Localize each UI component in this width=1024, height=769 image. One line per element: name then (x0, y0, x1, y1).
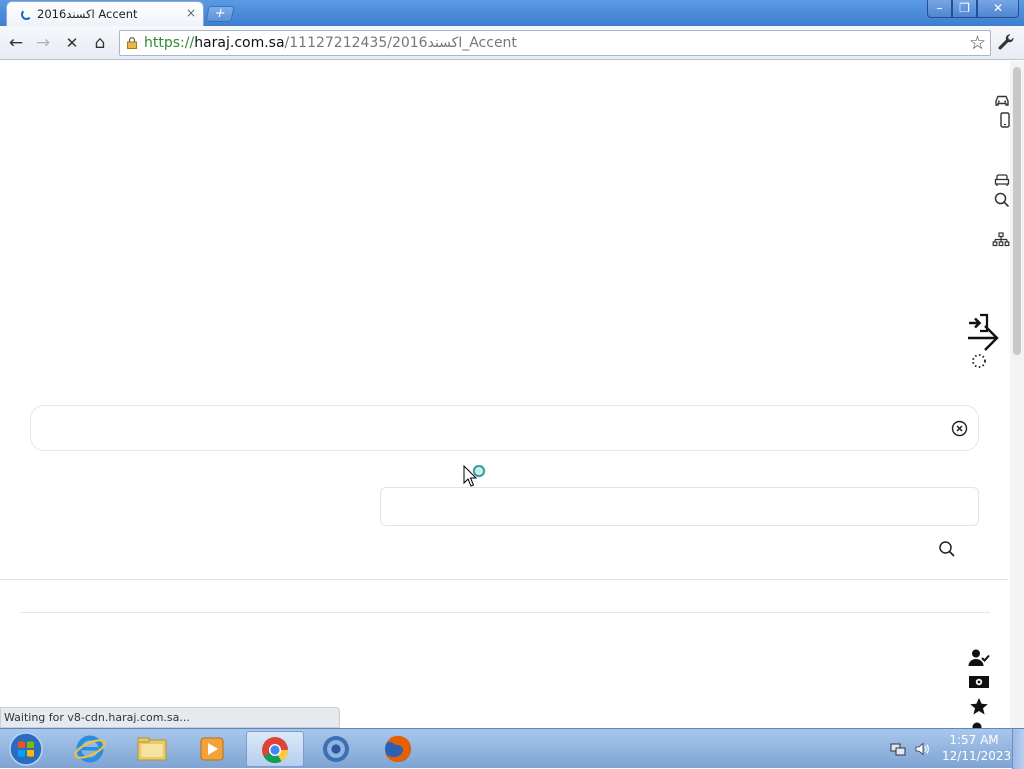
wrench-icon[interactable] (996, 32, 1016, 52)
browser-toolbar: ← → ✕ ⌂ https://haraj.com.sa/11127212435… (0, 26, 1024, 60)
tab-close-icon[interactable]: × (186, 6, 196, 20)
maximize-button[interactable]: ❐ (952, 0, 977, 18)
home-button[interactable]: ⌂ (89, 32, 111, 54)
vertical-scrollbar[interactable] (1010, 61, 1024, 728)
taskbar: 1:57 AM 12/11/2023 (0, 728, 1024, 769)
chrome-taskbar-button[interactable] (246, 731, 304, 767)
chromium-icon[interactable] (308, 731, 364, 767)
start-button-icon[interactable] (6, 731, 46, 767)
bookmark-star-icon[interactable]: ☆ (969, 32, 986, 54)
back-button[interactable]: ← (5, 32, 27, 54)
minimize-button[interactable]: – (927, 0, 952, 18)
browser-tab[interactable]: اكسند2016 Accent × (6, 1, 204, 26)
user-check-icon[interactable] (968, 648, 990, 668)
page-viewport (0, 61, 1024, 728)
address-bar[interactable]: https://haraj.com.sa/11127212435/2016اكس… (119, 30, 991, 56)
chrome-icon (262, 737, 289, 764)
stop-button[interactable]: ✕ (61, 32, 83, 54)
scrollbar-thumb[interactable] (1013, 67, 1021, 355)
url-text: https://haraj.com.sa/11127212435/2016اكس… (144, 35, 517, 51)
loading-spinner-icon (972, 354, 986, 368)
sitemap-icon[interactable] (992, 231, 1010, 249)
search-icon[interactable] (993, 191, 1011, 209)
dot-icon (972, 722, 982, 728)
search-icon[interactable] (938, 540, 956, 558)
new-tab-button[interactable]: + (205, 6, 235, 22)
volume-icon[interactable] (914, 741, 930, 757)
clock-time[interactable]: 1:57 AM (942, 733, 1006, 747)
car-icon[interactable] (993, 91, 1011, 109)
search-field[interactable] (30, 405, 979, 451)
status-text: Waiting for v8-cdn.haraj.com.sa... (4, 711, 190, 724)
file-explorer-icon[interactable] (124, 731, 180, 767)
star-icon[interactable] (969, 697, 989, 716)
clear-icon[interactable] (951, 420, 968, 437)
network-icon[interactable] (890, 741, 906, 757)
close-window-button[interactable]: ✕ (977, 0, 1019, 18)
tab-loading-spinner-icon (21, 9, 32, 20)
arrow-right-icon[interactable] (966, 323, 1000, 353)
media-player-icon[interactable] (184, 731, 240, 767)
url-scheme: https:// (144, 35, 195, 51)
forward-button[interactable]: → (32, 32, 54, 54)
divider (20, 612, 990, 613)
firefox-icon[interactable] (370, 731, 426, 767)
tab-title: اكسند2016 Accent (37, 7, 138, 21)
money-icon[interactable] (968, 673, 990, 691)
url-path: /11127212435/2016اكسند_Accent (284, 35, 517, 51)
system-tray: 1:57 AM 12/11/2023 (886, 729, 1024, 769)
sofa-icon[interactable] (993, 171, 1011, 189)
url-host: haraj.com.sa (194, 35, 285, 51)
clock-date[interactable]: 12/11/2023 (942, 749, 1011, 763)
divider (0, 579, 1008, 580)
status-bubble: Waiting for v8-cdn.haraj.com.sa... (0, 707, 340, 728)
title-bar: اكسند2016 Accent × + – ❐ ✕ (0, 0, 1024, 26)
text-input[interactable] (380, 487, 979, 526)
internet-explorer-icon[interactable] (62, 731, 118, 767)
lock-icon (127, 37, 137, 49)
show-desktop-button[interactable] (1012, 729, 1024, 769)
